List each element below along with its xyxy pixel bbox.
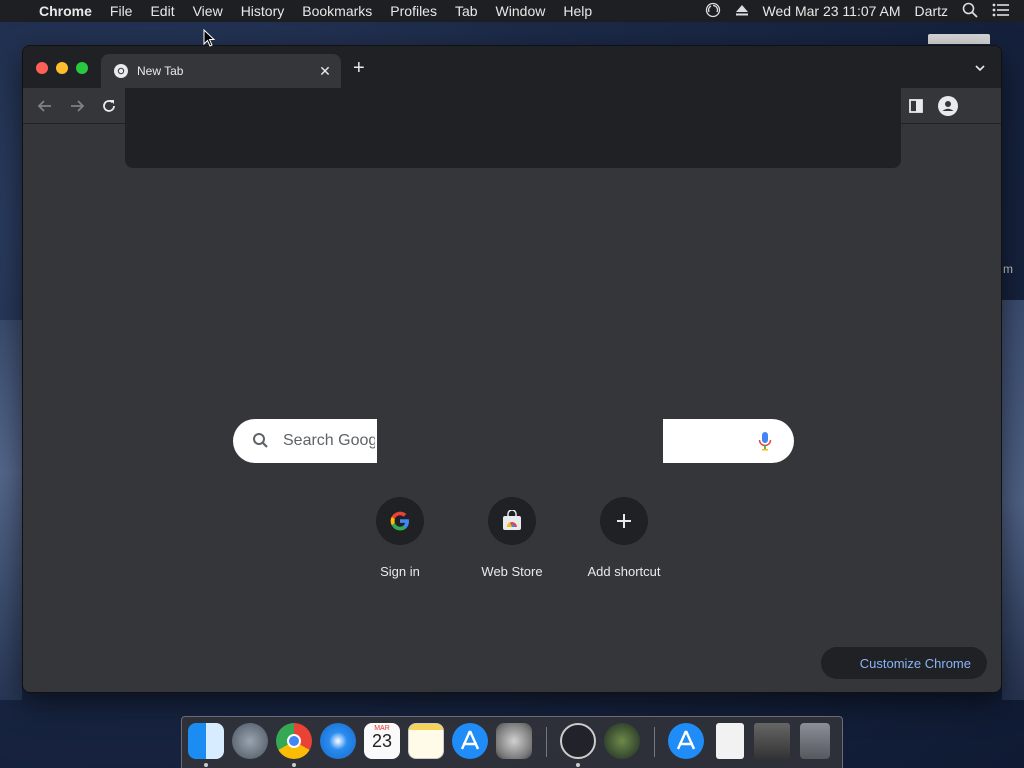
wallpaper-right [1002, 300, 1024, 700]
close-tab-icon[interactable]: ✕ [315, 63, 335, 80]
customize-chrome-button[interactable]: Customize Chrome [821, 647, 987, 679]
spotlight-search-icon[interactable] [955, 2, 985, 21]
back-icon[interactable] [35, 96, 55, 116]
plus-icon [617, 514, 631, 528]
dock-separator [546, 727, 547, 757]
system-preferences-icon[interactable] [496, 723, 532, 759]
reload-icon[interactable] [99, 96, 119, 116]
menu-window[interactable]: Window [487, 3, 555, 19]
menu-bookmarks[interactable]: Bookmarks [293, 3, 381, 19]
obs-status-icon[interactable] [698, 2, 728, 21]
shortcut-web-store[interactable]: Web Store [456, 497, 568, 579]
shortcut-add[interactable]: Add shortcut [568, 497, 680, 579]
dock-separator [654, 727, 655, 757]
menu-tab[interactable]: Tab [446, 3, 487, 19]
desktop-item[interactable] [928, 34, 990, 44]
google-g-icon [390, 511, 409, 531]
app-store-installer-icon[interactable] [668, 723, 704, 759]
chrome-dock-icon[interactable] [276, 723, 312, 759]
search-icon [253, 433, 268, 448]
menu-profiles[interactable]: Profiles [381, 3, 446, 19]
launchpad-icon[interactable] [232, 723, 268, 759]
calendar-icon[interactable]: MAR 23 [364, 723, 400, 759]
shortcut-label: Add shortcut [587, 564, 661, 579]
menu-view[interactable]: View [184, 3, 232, 19]
disk-image-icon[interactable] [754, 723, 790, 759]
tab-strip: New Tab ✕ + [23, 46, 1001, 88]
shortcut-tile [488, 497, 536, 545]
search-placeholder: Search Goog [283, 432, 375, 449]
minimize-window-button[interactable] [56, 62, 68, 74]
dock: MAR 23 [181, 716, 843, 768]
web-store-icon [503, 510, 521, 530]
eject-icon[interactable] [728, 3, 756, 19]
notes-icon[interactable] [408, 723, 444, 759]
steam-client-icon[interactable] [604, 723, 640, 759]
close-window-button[interactable] [36, 62, 48, 74]
running-indicator [576, 763, 580, 767]
menu-file[interactable]: File [101, 3, 142, 19]
app-store-icon[interactable] [452, 723, 488, 759]
search-box-end[interactable] [663, 419, 794, 463]
shortcut-sign-in[interactable]: Sign in [344, 497, 456, 579]
menu-edit[interactable]: Edit [141, 3, 183, 19]
zoom-window-button[interactable] [76, 62, 88, 74]
menu-app-name[interactable]: Chrome [30, 3, 101, 19]
shortcut-label: Web Store [481, 564, 543, 579]
chevron-down-icon[interactable] [973, 61, 987, 75]
chrome-icon [114, 64, 128, 78]
running-indicator [204, 763, 208, 767]
shortcut-tile [600, 497, 648, 545]
menu-extras: Wed Mar 23 11:07 AM Dartz [698, 2, 1024, 21]
running-indicator [292, 763, 296, 767]
side-panel-icon[interactable] [906, 96, 926, 116]
menu-clock[interactable]: Wed Mar 23 11:07 AM [756, 3, 908, 19]
trash-icon[interactable] [800, 723, 830, 759]
desktop-item-label: m [1003, 262, 1013, 276]
control-center-icon[interactable] [985, 3, 1024, 20]
omnibox-dropdown[interactable] [125, 88, 901, 168]
mouse-pointer-icon [203, 29, 215, 47]
shortcut-label: Sign in [380, 564, 420, 579]
obs-icon[interactable] [560, 723, 596, 759]
chrome-window: New Tab ✕ + Search Goog Sign in Web Stor… [22, 45, 1002, 693]
menu-user[interactable]: Dartz [908, 3, 955, 19]
search-box[interactable]: Search Goog [233, 419, 377, 463]
forward-icon[interactable] [67, 96, 87, 116]
safari-icon[interactable] [320, 723, 356, 759]
microphone-icon[interactable] [758, 431, 772, 451]
tab-title: New Tab [137, 64, 184, 78]
profile-icon[interactable] [938, 96, 958, 116]
preview-document-icon[interactable] [716, 723, 744, 759]
new-tab-button[interactable]: + [353, 58, 365, 78]
finder-icon[interactable] [188, 723, 224, 759]
tab-new-tab[interactable]: New Tab ✕ [101, 54, 341, 88]
menu-history[interactable]: History [232, 3, 294, 19]
shortcut-tile [376, 497, 424, 545]
calendar-day: 23 [371, 731, 393, 751]
wallpaper-left [0, 320, 22, 700]
menu-help[interactable]: Help [554, 3, 601, 19]
menu-bar: Chrome File Edit View History Bookmarks … [0, 0, 1024, 22]
